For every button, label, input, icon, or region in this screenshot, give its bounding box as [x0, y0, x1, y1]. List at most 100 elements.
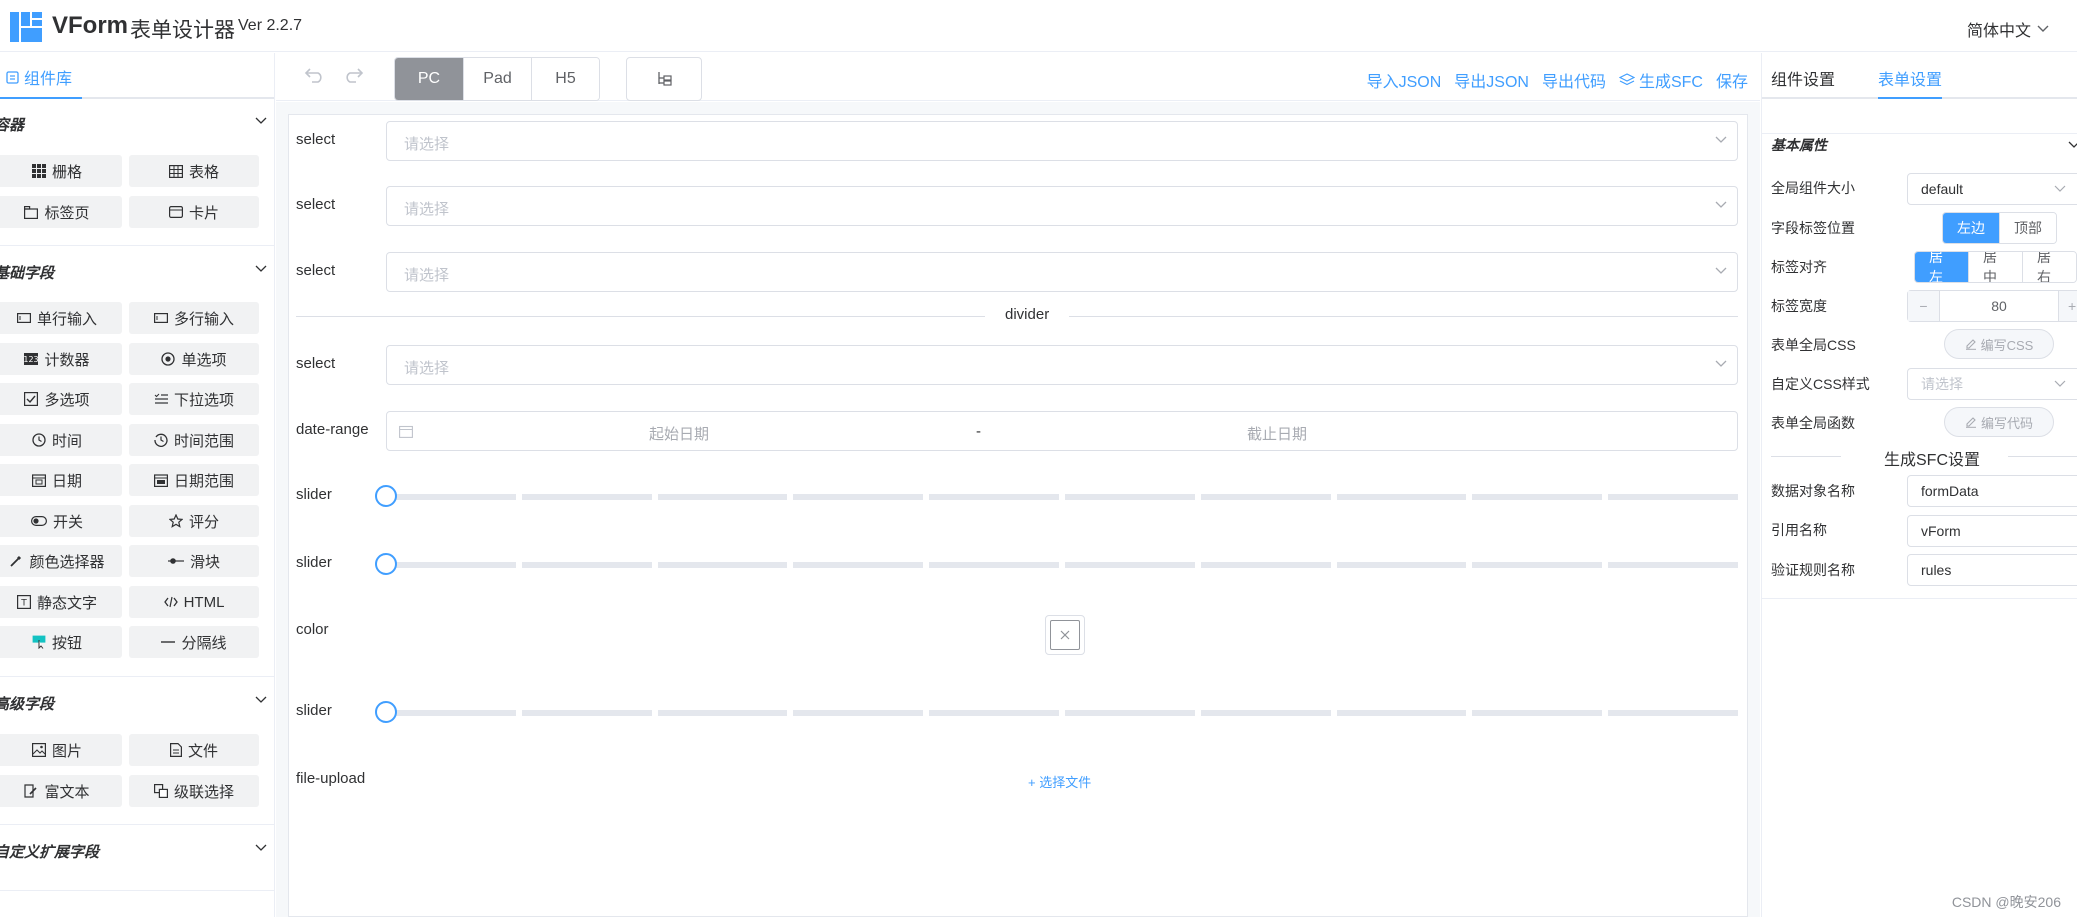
widget-picture-upload[interactable]: 图片: [0, 734, 122, 766]
field-label: select: [296, 355, 336, 372]
widget-select[interactable]: 下拉选项: [129, 383, 259, 415]
widget-divider[interactable]: 分隔线: [129, 626, 259, 658]
widget-label: 开关: [52, 513, 83, 531]
select-field[interactable]: 请选择: [386, 186, 1738, 226]
widget-button[interactable]: 按钮: [0, 626, 122, 658]
widget-label: 卡片: [188, 204, 219, 222]
widget-grid[interactable]: 栅格: [0, 155, 122, 187]
rules-name-input[interactable]: rules: [1907, 554, 2077, 586]
save-link[interactable]: 保存: [1716, 68, 1748, 92]
widget-static-text[interactable]: T 静态文字: [0, 586, 122, 618]
stepper-minus-button[interactable]: −: [1908, 291, 1940, 321]
chevron-down-icon[interactable]: [2068, 141, 2077, 149]
label-align-right[interactable]: 居右: [2022, 252, 2076, 282]
widget-time-range[interactable]: 时间范围: [129, 424, 259, 456]
widget-number[interactable]: 123 计数器: [0, 343, 122, 375]
ref-name-input[interactable]: vForm: [1907, 515, 2077, 547]
edit-code-button[interactable]: 编写代码: [1944, 407, 2054, 437]
section-advanced-header[interactable]: 高级字段: [0, 678, 274, 726]
device-pc-button[interactable]: PC: [395, 58, 463, 100]
slider-track[interactable]: [375, 485, 1738, 507]
undo-icon[interactable]: [304, 67, 324, 83]
edit-icon: [1965, 338, 1977, 350]
date-range-icon: [153, 473, 168, 487]
node-tree-button[interactable]: [626, 57, 702, 101]
select-field[interactable]: 请选择: [386, 252, 1738, 292]
widget-html[interactable]: HTML: [129, 586, 259, 618]
table-icon: [168, 164, 183, 178]
tab-form-settings[interactable]: 表单设置: [1878, 66, 1942, 90]
redo-icon[interactable]: [344, 67, 364, 83]
language-dropdown[interactable]: 简体中文: [1967, 17, 2049, 41]
select-field[interactable]: 请选择: [386, 345, 1738, 385]
widget-table[interactable]: 表格: [129, 155, 259, 187]
widget-radio[interactable]: 单选项: [129, 343, 259, 375]
slider-handle[interactable]: [375, 553, 397, 575]
select-file-button[interactable]: + 选择文件: [1028, 772, 1091, 791]
export-json-link[interactable]: 导出JSON: [1454, 68, 1529, 92]
widget-label: 图片: [51, 742, 82, 760]
slider-handle[interactable]: [375, 701, 397, 723]
label-align-left[interactable]: 居左: [1915, 252, 1968, 282]
widget-file-upload[interactable]: 文件: [129, 734, 259, 766]
slider-track-segment: [929, 710, 1059, 716]
generate-sfc-link[interactable]: 生成SFC: [1618, 68, 1703, 92]
custom-css-select[interactable]: 请选择: [1907, 368, 2077, 400]
divider-icon: [161, 639, 176, 645]
slider-track-segment: [1336, 562, 1467, 568]
widget-card[interactable]: 卡片: [129, 196, 259, 228]
data-object-label: 数据对象名称: [1771, 483, 1855, 499]
widget-rich-editor[interactable]: 富文本: [0, 775, 122, 807]
export-code-link[interactable]: 导出代码: [1542, 68, 1606, 92]
widget-rate[interactable]: 评分: [129, 505, 259, 537]
widget-switch[interactable]: 开关: [0, 505, 122, 537]
picture-icon: [31, 743, 46, 757]
slider-track-segment: [1608, 562, 1738, 568]
rules-name-label: 验证规则名称: [1771, 562, 1855, 578]
form-canvas[interactable]: select 请选择 select 请选择 select 请选择 divider…: [288, 114, 1748, 917]
widget-cascader[interactable]: 级联选择: [129, 775, 259, 807]
slider-track-segment: [1336, 494, 1467, 500]
label-position-left[interactable]: 左边: [1943, 213, 1999, 243]
widget-label: 时间: [51, 432, 82, 450]
slider-track-segment: [1065, 494, 1195, 500]
edit-css-button[interactable]: 编写CSS: [1944, 329, 2054, 359]
stepper-plus-button[interactable]: +: [2058, 291, 2077, 321]
slider-handle[interactable]: [375, 485, 397, 507]
slider-track-segment: [929, 494, 1059, 500]
label-width-value[interactable]: 80: [1940, 291, 2058, 321]
app-subtitle: 表单设计器: [130, 19, 235, 42]
widget-label: 计数器: [44, 351, 90, 369]
widget-textarea[interactable]: 多行输入: [129, 302, 259, 334]
size-select[interactable]: default: [1907, 173, 2077, 205]
widget-time[interactable]: 时间: [0, 424, 122, 456]
widget-checkbox[interactable]: 多选项: [0, 383, 122, 415]
select-field[interactable]: 请选择: [386, 121, 1738, 161]
chevron-down-icon: [2037, 25, 2049, 33]
widget-label: 下拉选项: [173, 391, 234, 409]
field-label: slider: [296, 486, 332, 503]
import-json-link[interactable]: 导入JSON: [1367, 68, 1442, 92]
section-container-header[interactable]: 容器: [0, 99, 274, 147]
widget-date-range[interactable]: 日期范围: [129, 464, 259, 496]
label-position-top[interactable]: 顶部: [1999, 213, 2056, 243]
widget-color[interactable]: 颜色选择器: [0, 545, 122, 577]
slider-track[interactable]: [375, 553, 1738, 575]
widget-date[interactable]: 日期: [0, 464, 122, 496]
ref-name-label: 引用名称: [1771, 522, 1827, 538]
label-align-center[interactable]: 居中: [1968, 252, 2022, 282]
widget-slider[interactable]: 滑块: [129, 545, 259, 577]
tab-widget-library[interactable]: 组件库: [6, 65, 72, 89]
date-range-field[interactable]: 起始日期 - 截止日期: [386, 411, 1738, 451]
section-custom-header[interactable]: 自定义扩展字段: [0, 826, 274, 874]
widget-input[interactable]: 单行输入: [0, 302, 122, 334]
device-pad-button[interactable]: Pad: [463, 58, 531, 100]
section-basic-header[interactable]: 基础字段: [0, 247, 274, 295]
color-picker-trigger[interactable]: [1045, 615, 1085, 655]
tab-widget-settings[interactable]: 组件设置: [1771, 66, 1835, 90]
static-text-icon: T: [16, 595, 31, 609]
slider-track[interactable]: [375, 701, 1738, 723]
device-h5-button[interactable]: H5: [531, 58, 599, 100]
data-object-input[interactable]: formData: [1907, 475, 2077, 507]
widget-tabs[interactable]: 标签页: [0, 196, 122, 228]
